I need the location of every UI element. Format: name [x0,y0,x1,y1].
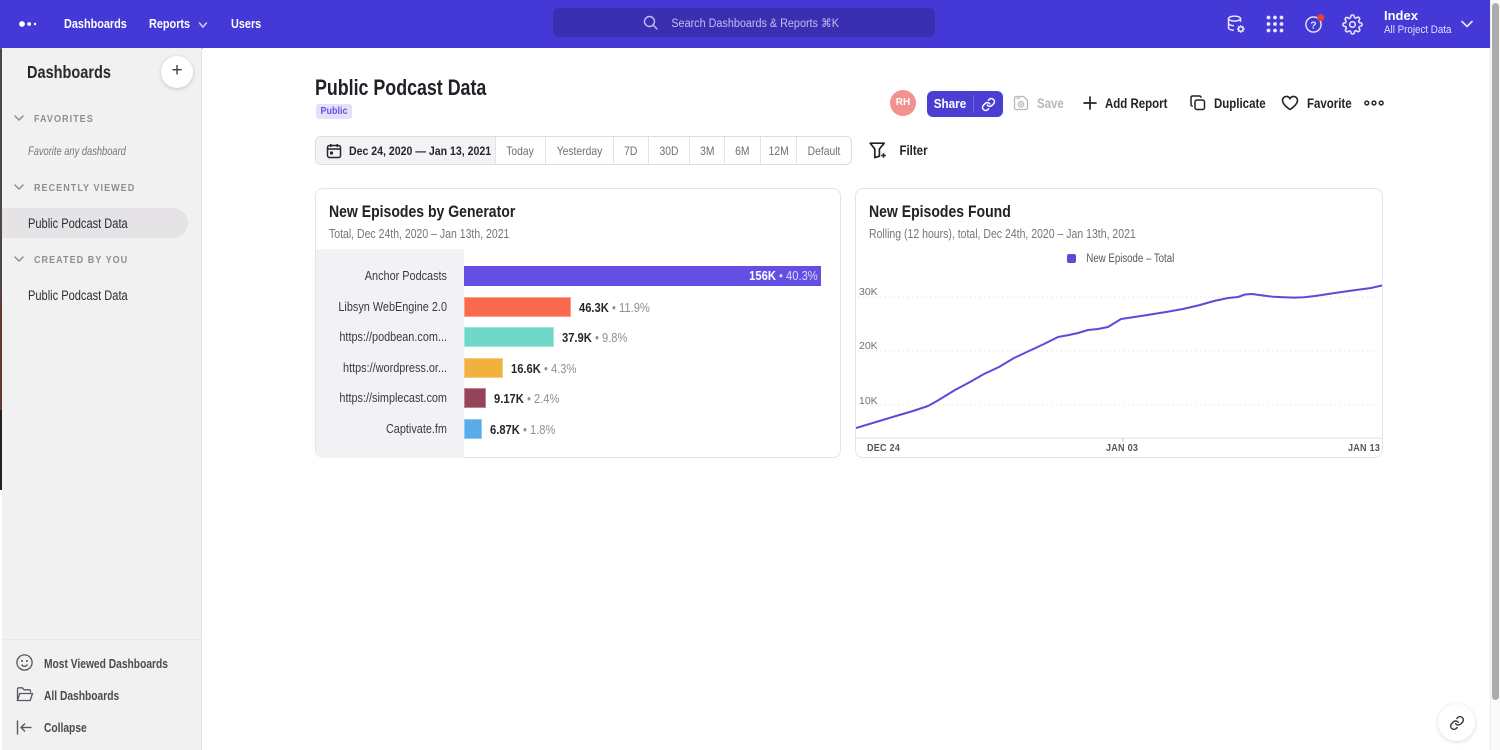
svg-text:?: ? [1310,20,1316,32]
